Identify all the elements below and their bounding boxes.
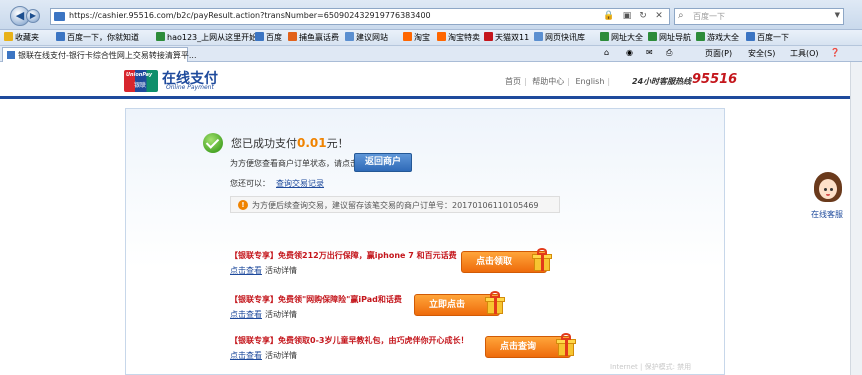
forward-button[interactable]: ▶ (26, 9, 40, 23)
lock-icon[interactable]: 🔒 (603, 10, 615, 23)
payment-success-message: 您已成功支付0.01元！ (231, 136, 349, 150)
fav-item[interactable]: 收藏夹 (4, 32, 39, 43)
gift-icon (532, 248, 552, 272)
taobao-icon (437, 32, 446, 41)
gift-icon (485, 291, 505, 315)
webslice-icon (534, 32, 543, 41)
scrollbar[interactable] (850, 62, 862, 375)
view-link[interactable]: 点击查看 (230, 310, 262, 319)
mail-icon[interactable]: ✉ (646, 48, 653, 57)
promo-title[interactable]: 【银联专享】免费领"网购保障险"赢iPad和话费 (230, 294, 402, 305)
click-now-button[interactable]: 立即点击 (414, 291, 505, 316)
baidu-icon (255, 32, 264, 41)
home-link[interactable]: 首页 (505, 77, 521, 86)
header-links: 首页 | 帮助中心 | English | (505, 77, 611, 86)
site-icon (600, 32, 609, 41)
fav-item[interactable]: hao123_上网从这里开始 (156, 32, 257, 43)
promo-detail: 点击查看 活动详情 (230, 351, 297, 360)
logo-subtitle: Online Payment (166, 84, 214, 91)
paid-amount: 0.01 (297, 136, 327, 150)
hotline-label: 24小时客服热线 (632, 77, 692, 86)
print-icon[interactable]: ⎙ (666, 48, 672, 58)
hao123-icon (156, 32, 165, 41)
site-favicon-icon (7, 51, 15, 59)
fav-item[interactable]: 淘宝特卖 (437, 32, 480, 43)
url-text: https://cashier.95516.com/b2c/payResult.… (69, 11, 431, 20)
return-to-merchant-button[interactable]: 返回商户 (354, 153, 412, 172)
home-icon[interactable]: ⌂ (604, 48, 609, 57)
game-icon (696, 32, 705, 41)
query-button[interactable]: 点击查询 (485, 333, 576, 358)
baidu-icon (746, 32, 755, 41)
claim-button[interactable]: 点击领取 (461, 248, 552, 273)
search-box[interactable]: ⌕ 百度一下 ▼ (674, 8, 844, 25)
page-menu[interactable]: 页面(P) (705, 48, 732, 59)
compat-view-icon[interactable]: ▣ (621, 10, 633, 23)
promo-detail: 点击查看 活动详情 (230, 310, 297, 319)
tools-menu[interactable]: 工具(O) (790, 48, 819, 59)
fav-item[interactable]: 百度一下，你就知道 (56, 32, 139, 43)
game-icon (288, 32, 297, 41)
fav-item[interactable]: 网址大全 (600, 32, 643, 43)
view-link[interactable]: 点击查看 (230, 266, 262, 275)
query-records-link[interactable]: 查询交易记录 (276, 179, 324, 188)
promo-title[interactable]: 【银联专享】免费领212万出行保障，赢iphone 7 和百元话费 (230, 250, 457, 261)
status-bar-text: Internet | 保护模式: 禁用 (610, 363, 692, 371)
tab-title: 银联在线支付-银行卡综合性网上交易转接清算平... (18, 51, 197, 60)
fav-item[interactable]: 网址导航 (648, 32, 691, 43)
fav-item[interactable]: 天猫双11 (484, 32, 529, 43)
success-check-icon (203, 133, 223, 153)
baidu-icon (56, 32, 65, 41)
order-number-notice: ! 为方便后续查询交易，建议留存该笔交易的商户订单号：2017010611010… (230, 196, 560, 213)
fav-item[interactable]: 建议网站 (345, 32, 388, 43)
suggest-icon (345, 32, 354, 41)
fav-item[interactable]: 百度 (255, 32, 282, 43)
check-status-text: 为方便您查看商户订单状态，请点击 (230, 159, 358, 168)
english-link[interactable]: English (576, 77, 605, 86)
hotline-number: 95516 (692, 72, 738, 87)
refresh-icon[interactable]: ↻ (637, 10, 649, 23)
favorites-bar: 收藏夹 百度一下，你就知道 hao123_上网从这里开始 百度 捕鱼赢话费 建议… (0, 30, 862, 46)
tab-bar: 银联在线支付-银行卡综合性网上交易转接清算平... ⌂ ◉ ✉ ⎙ 页面(P) … (0, 46, 862, 62)
star-icon (4, 32, 13, 41)
unionpay-logo[interactable]: UnionPay 银联 (124, 70, 158, 92)
help-link[interactable]: 帮助中心 (532, 77, 564, 86)
info-icon: ! (238, 200, 248, 210)
stop-icon[interactable]: ✕ (653, 10, 665, 23)
search-icon: ⌕ (678, 10, 684, 21)
page-header: UnionPay 银联 在线支付 Online Payment 首页 | 帮助中心… (0, 62, 850, 96)
help-icon[interactable]: ❓ (830, 48, 840, 57)
tmall-icon (484, 32, 493, 41)
search-placeholder: 百度一下 (693, 12, 725, 21)
fav-item[interactable]: 网页快讯库 (534, 32, 585, 43)
browser-address-bar: ◀ ▶ https://cashier.95516.com/b2c/payRes… (0, 0, 862, 30)
url-field[interactable]: https://cashier.95516.com/b2c/payResult.… (50, 8, 670, 25)
fav-item[interactable]: 淘宝 (403, 32, 430, 43)
fav-item[interactable]: 百度一下 (746, 32, 789, 43)
feeds-icon[interactable]: ◉ (626, 48, 633, 57)
site-icon (648, 32, 657, 41)
back-arrow-icon: ◀ (15, 9, 25, 22)
gift-icon (556, 333, 576, 357)
customer-service-avatar-icon[interactable] (812, 172, 844, 206)
taobao-icon (403, 32, 412, 41)
view-link[interactable]: 点击查看 (230, 351, 262, 360)
notice-text: 为方便后续查询交易，建议留存该笔交易的商户订单号：201701061101054… (252, 201, 539, 210)
chevron-down-icon[interactable]: ▼ (835, 11, 840, 19)
tab-unionpay[interactable]: 银联在线支付-银行卡综合性网上交易转接清算平... (2, 47, 197, 62)
online-service-link[interactable]: 在线客服 (811, 209, 843, 220)
site-favicon-icon (54, 12, 65, 21)
also-can: 您还可以： 查询交易记录 (230, 179, 324, 188)
fav-item[interactable]: 游戏大全 (696, 32, 739, 43)
safety-menu[interactable]: 安全(S) (748, 48, 775, 59)
promo-title[interactable]: 【银联专享】免费领取0-3岁儿童早教礼包，由巧虎伴你开心成长！ (230, 335, 468, 346)
forward-arrow-icon: ▶ (29, 11, 37, 20)
fav-item[interactable]: 捕鱼赢话费 (288, 32, 339, 43)
promo-detail: 点击查看 活动详情 (230, 266, 297, 275)
